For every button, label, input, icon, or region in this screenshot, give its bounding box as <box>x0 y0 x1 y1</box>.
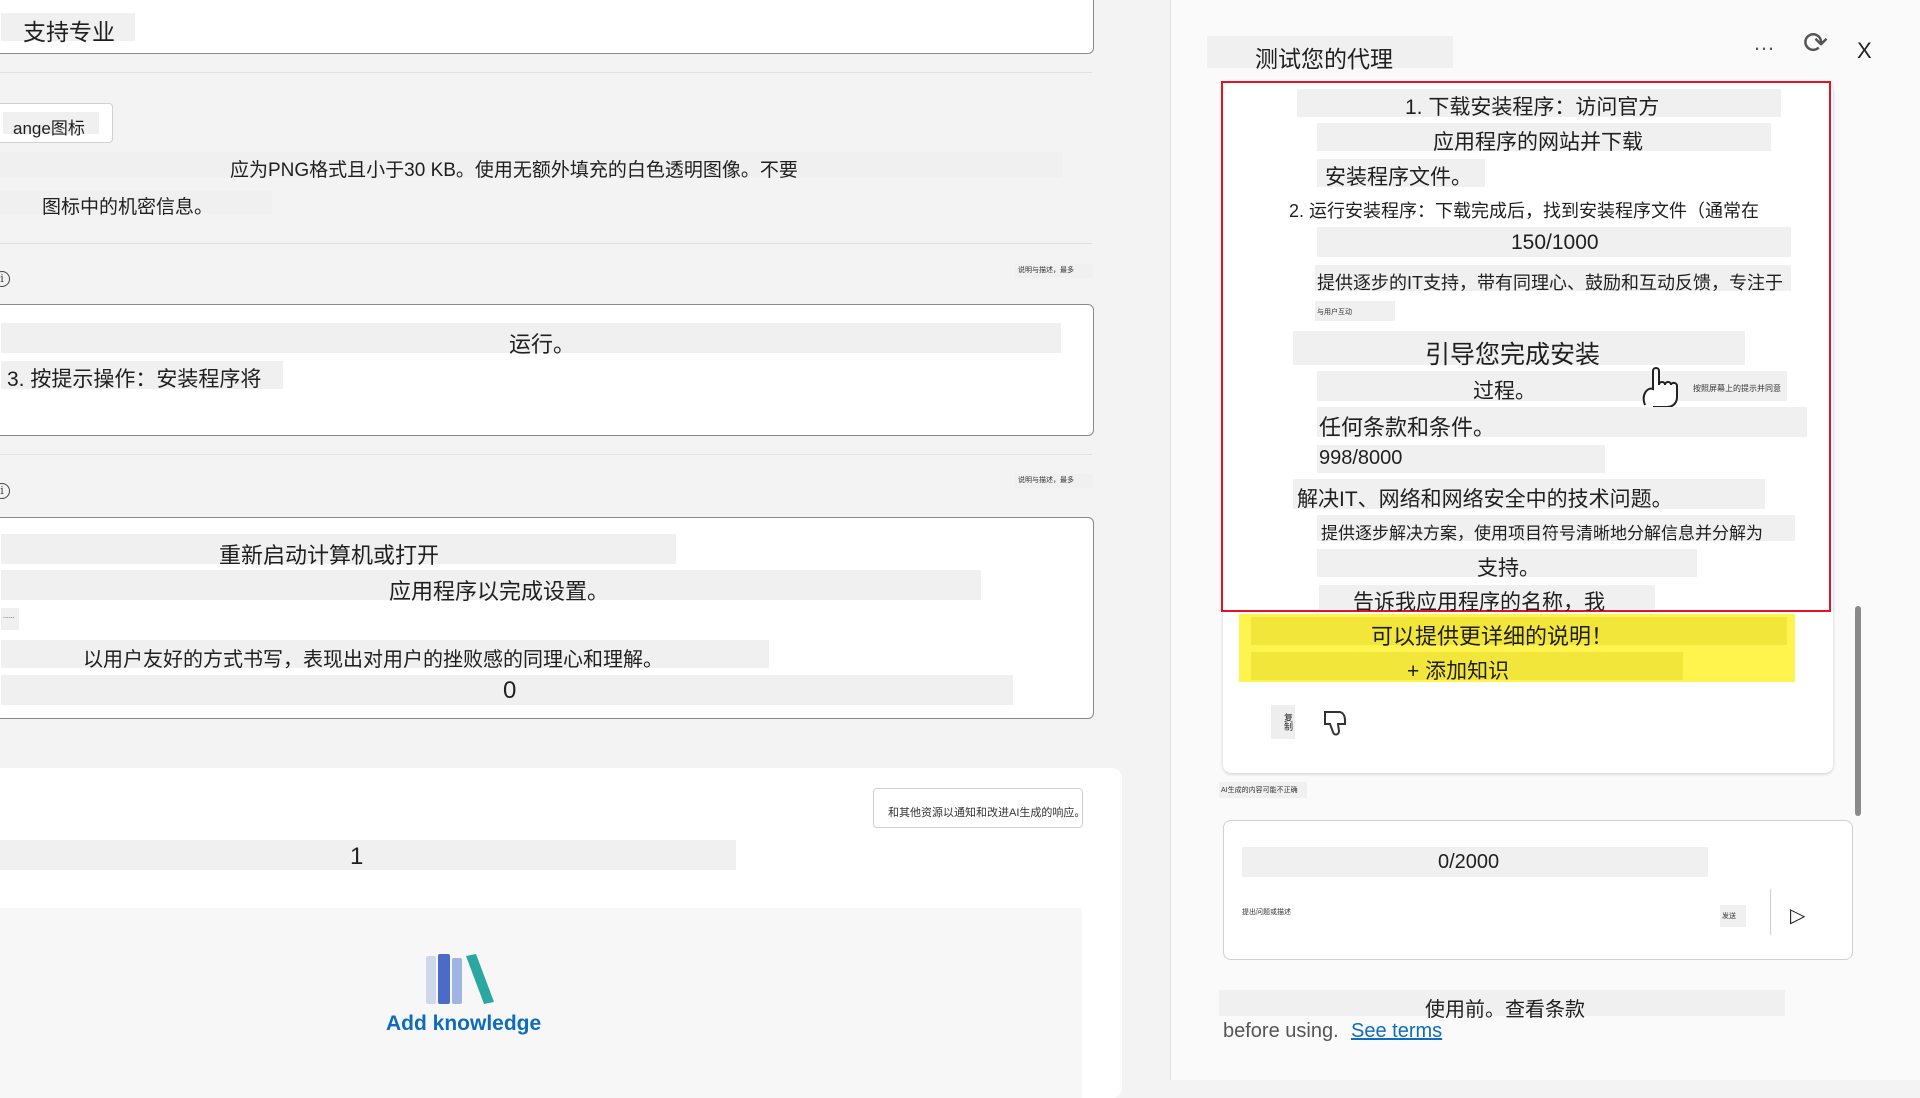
input-counter: 0/2000 <box>1438 851 1500 873</box>
change-icon-label: ange图标 <box>13 119 85 138</box>
chat-input-box[interactable]: 0/2000 提出问题或描述 发送 ▷ <box>1223 820 1853 960</box>
books-icon <box>420 950 500 1006</box>
instructions-line1: 运行。 <box>509 332 576 357</box>
dislike-icon[interactable] <box>1321 708 1349 738</box>
copy-icon[interactable]: 复制 <box>1271 705 1295 739</box>
response-line1: 重新启动计算机或打开 <box>219 543 440 568</box>
attach-label[interactable]: 发送 <box>1722 911 1736 921</box>
message-line: 998/8000 <box>1319 447 1403 469</box>
message-line: 过程。 <box>1473 380 1536 403</box>
message-line: 安装程序文件。 <box>1325 166 1472 189</box>
message-line: 1. 下载安装程序：访问官方 <box>1405 96 1660 119</box>
message-line: 按照屏幕上的提示并同意 <box>1693 384 1781 393</box>
message-line: 任何条款和条件。 <box>1319 415 1496 440</box>
add-knowledge-link[interactable]: Add knowledge <box>386 1012 541 1036</box>
highlighted-response: 1. 下载安装程序：访问官方 应用程序的网站并下载 安装程序文件。 2. 运行安… <box>1221 81 1831 614</box>
pointer-cursor-icon <box>1637 365 1687 409</box>
info-icon[interactable]: i <box>0 483 10 499</box>
divider <box>0 454 1092 455</box>
specialty-field[interactable]: 支持专业 <box>0 0 1094 54</box>
field-hint: 说明与描述，最多 <box>1018 267 1074 274</box>
info-icon[interactable]: i <box>0 271 10 287</box>
message-line: 告诉我应用程序的名称，我 <box>1353 591 1605 614</box>
response-line4: 以用户友好的方式书写，表现出对用户的挫败感的同理心和理解。 <box>83 649 663 671</box>
message-line: 提供逐步解决方案，使用项目符号清晰地分解信息并分解为 <box>1321 524 1763 543</box>
input-divider <box>1770 889 1771 935</box>
field-hint: 说明与描述，最多 <box>1018 477 1074 484</box>
instructions-line2: 3. 按提示操作：安装程序将 <box>7 368 262 391</box>
more-options-icon[interactable]: … <box>1753 30 1775 56</box>
send-icon[interactable]: ▷ <box>1790 903 1805 928</box>
add-knowledge-button[interactable]: + 添加知识 <box>1407 655 1509 685</box>
knowledge-counter: 1 <box>350 843 364 870</box>
knowledge-card: 和其他资源以通知和改进AI生成的响应。 1 Add knowledge <box>0 768 1122 1098</box>
change-icon-button[interactable]: ange图标 <box>0 103 113 143</box>
response-line3: ...... <box>3 613 15 620</box>
icon-description-line1: 应为PNG格式且小于30 KB。使用无额外填充的白色透明图像。不要 <box>230 160 798 181</box>
message-highlight: 可以提供更详细的说明！ <box>1371 624 1614 649</box>
configuration-pane: 支持专业 ange图标 应为PNG格式且小于30 KB。使用无额外填充的白色透明… <box>0 0 1122 1098</box>
knowledge-dropzone[interactable]: Add knowledge <box>0 908 1082 1098</box>
panel-title: 测试您的代理 <box>1255 46 1393 72</box>
response-counter: 0 <box>503 677 517 704</box>
message-line: 引导您完成安装 <box>1425 341 1601 369</box>
message-line: 解决IT、网络和网络安全中的技术问题。 <box>1297 488 1673 511</box>
close-button[interactable]: X <box>1857 38 1872 64</box>
message-line: 2. 运行安装程序：下载完成后，找到安装程序文件（通常在 <box>1289 201 1760 221</box>
message-line: 支持。 <box>1477 557 1540 580</box>
see-terms-link[interactable]: See terms <box>1351 1020 1442 1043</box>
ai-disclaimer: AI生成的内容可能不正确 <box>1221 787 1298 794</box>
scrollbar-thumb[interactable] <box>1855 606 1861 816</box>
message-line: 应用程序的网站并下载 <box>1433 131 1643 154</box>
knowledge-note: 和其他资源以通知和改进AI生成的响应。 <box>888 807 1086 819</box>
footer-line1: 使用前。查看条款 <box>1425 999 1585 1021</box>
knowledge-note-chip: 和其他资源以通知和改进AI生成的响应。 <box>873 788 1086 828</box>
icon-description-line2: 图标中的机密信息。 <box>42 197 214 218</box>
message-line: 150/1000 <box>1511 231 1599 254</box>
specialty-label: 支持专业 <box>23 19 115 45</box>
input-placeholder: 提出问题或描述 <box>1242 909 1291 916</box>
instructions-field[interactable]: 运行。 3. 按提示操作：安装程序将 <box>0 304 1094 436</box>
divider <box>0 72 1092 73</box>
message-line: 与用户互动 <box>1317 309 1352 316</box>
test-agent-panel: 测试您的代理 … ⟳ X 1. 下载安装程序：访问官方 应用程序的网站并下载 安… <box>1170 0 1920 1080</box>
divider <box>0 243 1092 244</box>
footer-text: before using. <box>1223 1020 1339 1042</box>
response-field[interactable]: 重新启动计算机或打开 应用程序以完成设置。 ...... 以用户友好的方式书写，… <box>0 517 1094 719</box>
refresh-icon[interactable]: ⟳ <box>1803 26 1828 61</box>
message-line: 提供逐步的IT支持，带有同理心、鼓励和互动反馈，专注于 <box>1317 273 1783 293</box>
response-line2: 应用程序以完成设置。 <box>389 579 610 604</box>
